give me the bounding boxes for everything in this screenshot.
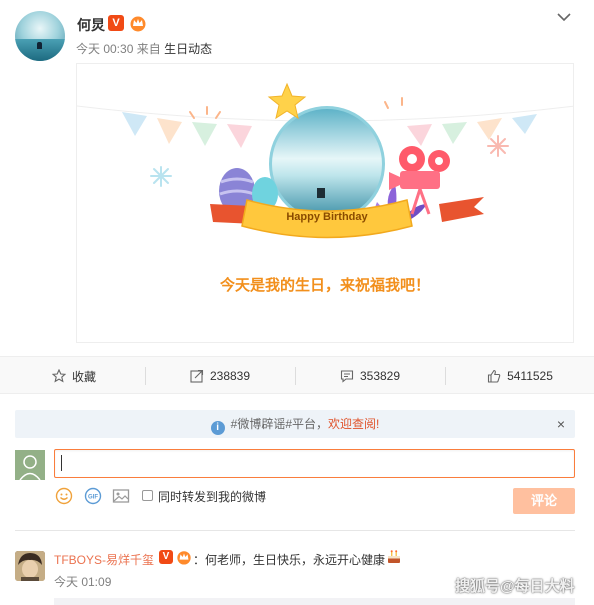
repost-option-label: 同时转发到我的微博: [158, 490, 267, 504]
avatar-figure: [37, 42, 42, 49]
notice-content: i #微博辟谣#平台，欢迎查阅!: [15, 410, 575, 438]
commenter-name[interactable]: TFBOYS-易烊千玺: [54, 551, 154, 568]
notice-link[interactable]: 欢迎查阅!: [328, 417, 379, 431]
close-icon[interactable]: ×: [557, 416, 565, 432]
like-count: 5411525: [507, 369, 553, 383]
rumor-notice-bar: i #微博辟谣#平台，欢迎查阅! ×: [15, 410, 575, 438]
verified-badge: V: [159, 550, 173, 564]
author-avatar[interactable]: [15, 11, 65, 61]
crown-icon: [130, 16, 146, 32]
svg-text:GIF: GIF: [88, 495, 98, 501]
like-button[interactable]: 5411525: [446, 357, 594, 395]
comment-button[interactable]: 353829: [296, 357, 444, 395]
divider: [15, 530, 575, 531]
comment-text: ：何老师，生日快乐，永远开心健康: [193, 553, 386, 567]
author-name[interactable]: 何炅: [77, 15, 105, 35]
birthday-card[interactable]: Happy Birthday 今天是我的生日，来祝福我吧！: [76, 63, 574, 343]
post-time: 今天 00:30: [76, 42, 134, 56]
commenter-avatar[interactable]: [15, 551, 45, 581]
repost-count: 238839: [209, 369, 251, 383]
gif-icon[interactable]: GIF: [84, 487, 102, 505]
from-prefix: 来自: [136, 42, 161, 56]
repost-checkbox[interactable]: [142, 490, 153, 501]
post-source[interactable]: 生日动态: [164, 42, 212, 56]
comment-input[interactable]: [54, 449, 575, 478]
submit-comment-button[interactable]: 评论: [513, 488, 575, 514]
text-caret: [61, 455, 62, 471]
birthday-message: 今天是我的生日，来祝福我吧！: [219, 277, 430, 294]
favorite-button[interactable]: 收藏: [0, 357, 148, 395]
image-icon[interactable]: [112, 487, 130, 505]
repost-icon: [190, 369, 204, 383]
favorite-label: 收藏: [71, 369, 96, 384]
banner-text: Happy Birthday: [286, 211, 368, 223]
notice-text: #微博辟谣#平台，: [230, 417, 328, 431]
emoji-icon[interactable]: [55, 487, 73, 505]
comment-reply-area: [54, 598, 575, 605]
chevron-down-icon[interactable]: [556, 9, 572, 25]
verified-badge: V: [108, 15, 124, 31]
comment-time: 今天 01:09: [54, 575, 112, 589]
my-avatar[interactable]: [15, 450, 45, 480]
post-meta: 今天 00:30 来自 生日动态: [76, 40, 212, 57]
like-icon: [488, 369, 501, 383]
star-icon: [51, 369, 66, 383]
repost-button[interactable]: 238839: [146, 357, 294, 395]
cake-icon: [388, 550, 400, 563]
action-bar: 收藏 238839 353829 5411525: [0, 356, 594, 394]
comment-count: 353829: [359, 369, 401, 383]
birthday-illustration: Happy Birthday: [77, 82, 573, 239]
comment-icon: [340, 370, 354, 383]
watermark: 搜狐号@每日大料: [455, 578, 575, 595]
weibo-post-card: 何炅 V 今天 00:30 来自 生日动态 Happy Birthday 今天是…: [0, 0, 594, 605]
info-icon: i: [210, 421, 225, 435]
crown-icon: [177, 551, 191, 565]
